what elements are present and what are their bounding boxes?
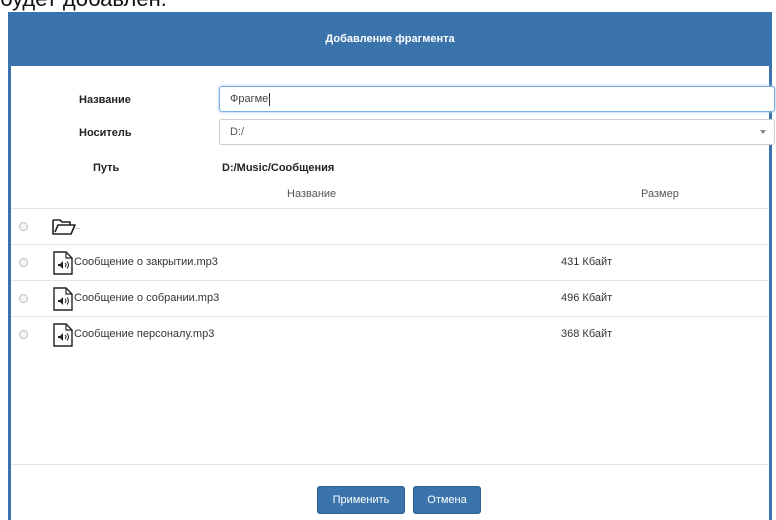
audio-file-icon bbox=[53, 323, 73, 347]
dialog-title: Добавление фрагмента bbox=[325, 33, 455, 45]
list-item-parent[interactable]: .. bbox=[11, 208, 769, 244]
name-input-value: Фрагме bbox=[230, 93, 269, 105]
text-cursor bbox=[269, 92, 271, 106]
path-value: D:/Music/Сообщения bbox=[222, 162, 335, 174]
add-fragment-dialog: Добавление фрагмента Название Фрагме Нос… bbox=[8, 12, 775, 520]
dialog-header: Добавление фрагмента bbox=[8, 12, 772, 66]
name-input[interactable]: Фрагме bbox=[219, 86, 775, 112]
footer-divider bbox=[11, 464, 769, 465]
row-radio[interactable] bbox=[19, 222, 28, 231]
list-item-file[interactable]: Сообщение о закрытии.mp3 431 Кбайт bbox=[11, 244, 769, 280]
name-label: Название bbox=[79, 94, 131, 106]
apply-button[interactable]: Применить bbox=[317, 486, 405, 514]
cancel-button[interactable]: Отмена bbox=[413, 486, 481, 514]
file-name: Сообщение о закрытии.mp3 bbox=[74, 256, 218, 268]
file-name: Сообщение персоналу.mp3 bbox=[74, 328, 215, 340]
chevron-down-icon bbox=[760, 130, 766, 134]
media-label: Носитель bbox=[79, 127, 132, 139]
column-header-name: Название bbox=[287, 188, 337, 200]
file-size: 496 Кбайт bbox=[561, 292, 613, 304]
media-select-value: D:/ bbox=[230, 126, 245, 138]
media-select[interactable]: D:/ bbox=[219, 119, 775, 145]
column-header-size: Размер bbox=[641, 188, 679, 200]
file-name: Сообщение о собрании.mp3 bbox=[74, 292, 220, 304]
list-item-file[interactable]: Сообщение персоналу.mp3 368 Кбайт bbox=[11, 316, 769, 352]
list-item-file[interactable]: Сообщение о собрании.mp3 496 Кбайт bbox=[11, 280, 769, 316]
row-radio[interactable] bbox=[19, 330, 28, 339]
file-size: 368 Кбайт bbox=[561, 328, 613, 340]
row-radio[interactable] bbox=[19, 258, 28, 267]
file-size: 431 Кбайт bbox=[561, 256, 613, 268]
background-text: будет добавлен. bbox=[0, 0, 167, 12]
audio-file-icon bbox=[53, 251, 73, 275]
parent-dir-label: .. bbox=[75, 221, 81, 231]
folder-open-icon bbox=[52, 219, 76, 235]
row-radio[interactable] bbox=[19, 294, 28, 303]
path-label: Путь bbox=[93, 162, 120, 174]
audio-file-icon bbox=[53, 287, 73, 311]
